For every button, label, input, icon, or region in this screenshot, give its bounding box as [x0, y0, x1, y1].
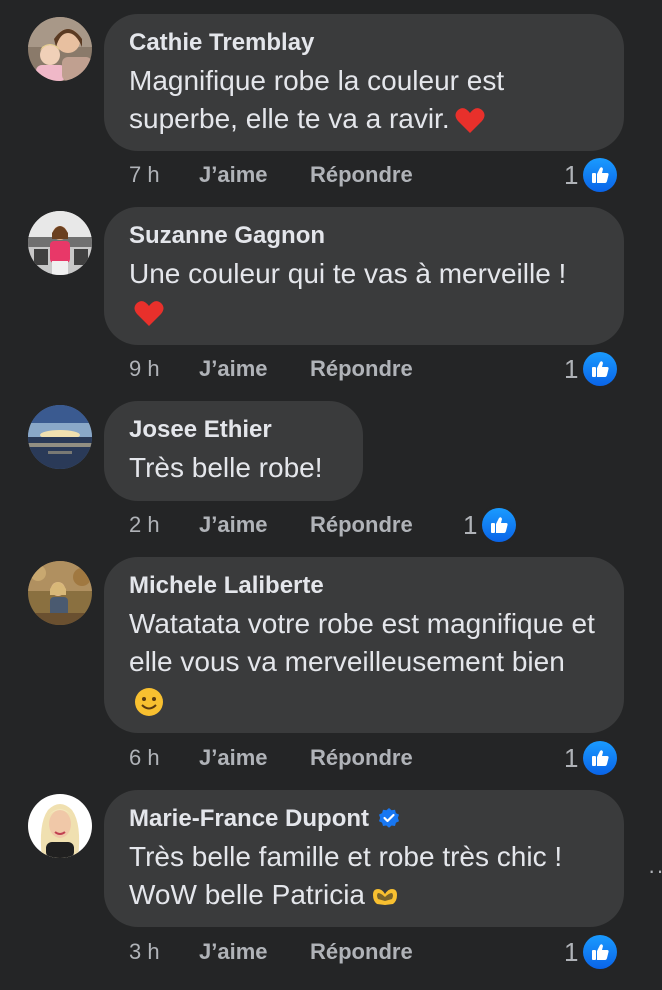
- comment-actions: 9 h J’aime Répondre: [129, 356, 413, 382]
- comment-text-content: Une couleur qui te vas à merveille !: [129, 258, 567, 289]
- reaction-summary[interactable]: 1: [463, 505, 520, 545]
- reaction-summary[interactable]: 1: [564, 932, 621, 972]
- comment-timestamp[interactable]: 3 h: [129, 939, 199, 965]
- comment-timestamp[interactable]: 7 h: [129, 162, 199, 188]
- avatar[interactable]: [28, 794, 92, 858]
- comment-author[interactable]: Michele Laliberte: [129, 571, 600, 601]
- like-thumb-icon: [580, 932, 621, 972]
- reply-button[interactable]: Répondre: [310, 512, 413, 538]
- heart-emoji-icon: [133, 298, 165, 330]
- like-button[interactable]: J’aime: [199, 512, 310, 538]
- heart-emoji-icon: [454, 105, 486, 137]
- comment-text-content: Watatata votre robe est magnifique et el…: [129, 608, 595, 677]
- verified-badge-icon: [377, 807, 401, 831]
- comment-timestamp[interactable]: 2 h: [129, 512, 199, 538]
- reaction-count: 1: [463, 509, 478, 540]
- like-button[interactable]: J’aime: [199, 356, 310, 382]
- comment-bubble: Josee Ethier Très belle robe!: [104, 401, 363, 501]
- reply-button[interactable]: Répondre: [310, 356, 413, 382]
- like-button[interactable]: J’aime: [199, 162, 310, 188]
- comment-timestamp[interactable]: 9 h: [129, 356, 199, 382]
- like-thumb-icon: [580, 155, 621, 195]
- reply-button[interactable]: Répondre: [310, 745, 413, 771]
- like-thumb-icon: [580, 738, 621, 778]
- comment-author-name[interactable]: Marie-France Dupont: [129, 804, 369, 834]
- reaction-count: 1: [564, 936, 579, 967]
- avatar[interactable]: [28, 211, 92, 275]
- comment-text-content: Magnifique robe la couleur est superbe, …: [129, 65, 505, 134]
- like-thumb-icon: [580, 349, 621, 389]
- avatar[interactable]: [28, 561, 92, 625]
- comment-text: Une couleur qui te vas à merveille !: [129, 255, 600, 331]
- comment-actions: 3 h J’aime Répondre: [129, 939, 413, 965]
- comment-text: Magnifique robe la couleur est superbe, …: [129, 62, 600, 138]
- comment-actions: 6 h J’aime Répondre: [129, 745, 413, 771]
- comment-actions: 2 h J’aime Répondre: [129, 512, 413, 538]
- comment-bubble: Cathie Tremblay Magnifique robe la coule…: [104, 14, 624, 151]
- reaction-summary[interactable]: 1: [564, 738, 621, 778]
- like-button[interactable]: J’aime: [199, 939, 310, 965]
- comment-text: Très belle famille et robe très chic ! W…: [129, 838, 600, 914]
- comment-actions: 7 h J’aime Répondre: [129, 162, 413, 188]
- avatar[interactable]: [28, 17, 92, 81]
- comment-author[interactable]: Josee Ethier: [129, 415, 339, 445]
- comment-timestamp[interactable]: 6 h: [129, 745, 199, 771]
- comment-text: Watatata votre robe est magnifique et el…: [129, 605, 600, 719]
- reply-button[interactable]: Répondre: [310, 162, 413, 188]
- reaction-summary[interactable]: 1: [564, 155, 621, 195]
- reaction-count: 1: [564, 159, 579, 190]
- like-button[interactable]: J’aime: [199, 745, 310, 771]
- reaction-count: 1: [564, 742, 579, 773]
- comment-author[interactable]: Marie-France Dupont: [129, 804, 600, 834]
- comment-author[interactable]: Cathie Tremblay: [129, 28, 600, 58]
- avatar[interactable]: [28, 405, 92, 469]
- reaction-summary[interactable]: 1: [564, 349, 621, 389]
- comment-author[interactable]: Suzanne Gagnon: [129, 221, 600, 251]
- comment-text-content: Très belle famille et robe très chic ! W…: [129, 841, 563, 910]
- like-thumb-icon: [479, 505, 520, 545]
- comment-text: Très belle robe!: [129, 452, 323, 483]
- heart-hands-emoji-icon: [369, 881, 401, 913]
- comment-bubble: Marie-France Dupont Très belle famille e…: [104, 790, 624, 927]
- comment-bubble: Suzanne Gagnon Une couleur qui te vas à …: [104, 207, 624, 345]
- reply-button[interactable]: Répondre: [310, 939, 413, 965]
- smiling-face-emoji-icon: [133, 686, 165, 718]
- more-options-icon[interactable]: ··: [648, 858, 662, 884]
- comment-bubble: Michele Laliberte Watatata votre robe es…: [104, 557, 624, 733]
- reaction-count: 1: [564, 353, 579, 384]
